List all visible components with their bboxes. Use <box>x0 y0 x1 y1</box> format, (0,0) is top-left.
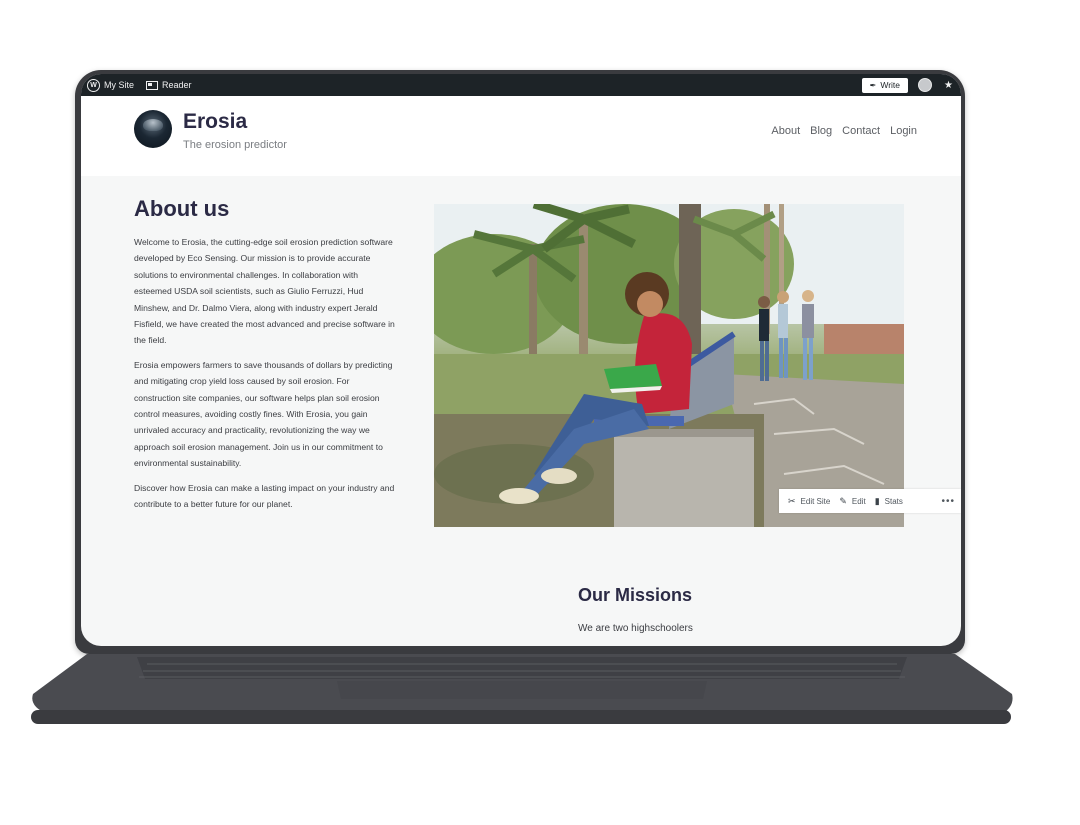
my-site-label: My Site <box>104 80 135 90</box>
edit-button[interactable]: ✎ Edit <box>839 496 865 507</box>
site-tagline: The erosion predictor <box>183 139 287 151</box>
site-header: Erosia The erosion predictor About Blog … <box>81 96 961 176</box>
tools-icon: ✂ <box>788 495 796 506</box>
pencil-icon: ✎ <box>839 495 847 506</box>
browser-screen: W My Site Reader ✒ Write ★ Erosia The er… <box>81 74 961 646</box>
nav-about[interactable]: About <box>771 125 800 137</box>
site-title[interactable]: Erosia <box>183 110 247 134</box>
stats-button[interactable]: ▮ Stats <box>875 496 903 507</box>
about-text: Welcome to Erosia, the cutting-edge soil… <box>134 234 396 521</box>
missions-heading: Our Missions <box>578 585 693 605</box>
nav-login[interactable]: Login <box>890 125 917 137</box>
reader-label: Reader <box>162 80 192 90</box>
notifications-icon[interactable]: ★ <box>944 80 953 91</box>
user-avatar[interactable] <box>918 78 933 92</box>
block-toolbar: ✂ Edit Site ✎ Edit ▮ Stats ••• <box>779 489 961 513</box>
write-label: Write <box>880 80 901 90</box>
edit-site-button[interactable]: ✂ Edit Site <box>788 496 830 507</box>
about-photo <box>434 204 904 527</box>
about-paragraph-3: Discover how Erosia can make a lasting i… <box>134 482 395 510</box>
admin-bar-my-site[interactable]: W My Site <box>87 78 135 92</box>
site-logo[interactable] <box>134 110 172 148</box>
more-options-icon[interactable]: ••• <box>941 496 955 507</box>
admin-bar: W My Site Reader ✒ Write ★ <box>81 74 961 96</box>
wordpress-logo-icon: W <box>87 78 100 92</box>
edit-site-label: Edit Site <box>800 496 831 506</box>
stats-label: Stats <box>884 496 903 506</box>
site-nav: About Blog Contact Login <box>761 125 917 137</box>
edit-label: Edit <box>851 496 866 506</box>
nav-blog[interactable]: Blog <box>810 125 832 137</box>
reader-icon <box>146 80 159 90</box>
admin-bar-reader[interactable]: Reader <box>146 80 192 90</box>
pen-icon: ✒ <box>869 80 877 90</box>
laptop-base <box>31 654 1013 724</box>
bar-chart-icon: ▮ <box>874 495 880 506</box>
write-button[interactable]: ✒ Write <box>861 77 909 93</box>
nav-contact[interactable]: Contact <box>842 125 880 137</box>
about-paragraph-1: Welcome to Erosia, the cutting-edge soil… <box>134 237 395 346</box>
park-bench-illustration <box>434 204 904 527</box>
about-heading: About us <box>134 196 230 221</box>
about-paragraph-2: Erosia empowers farmers to save thousand… <box>134 359 393 469</box>
missions-text: We are two highschoolers <box>578 623 693 634</box>
